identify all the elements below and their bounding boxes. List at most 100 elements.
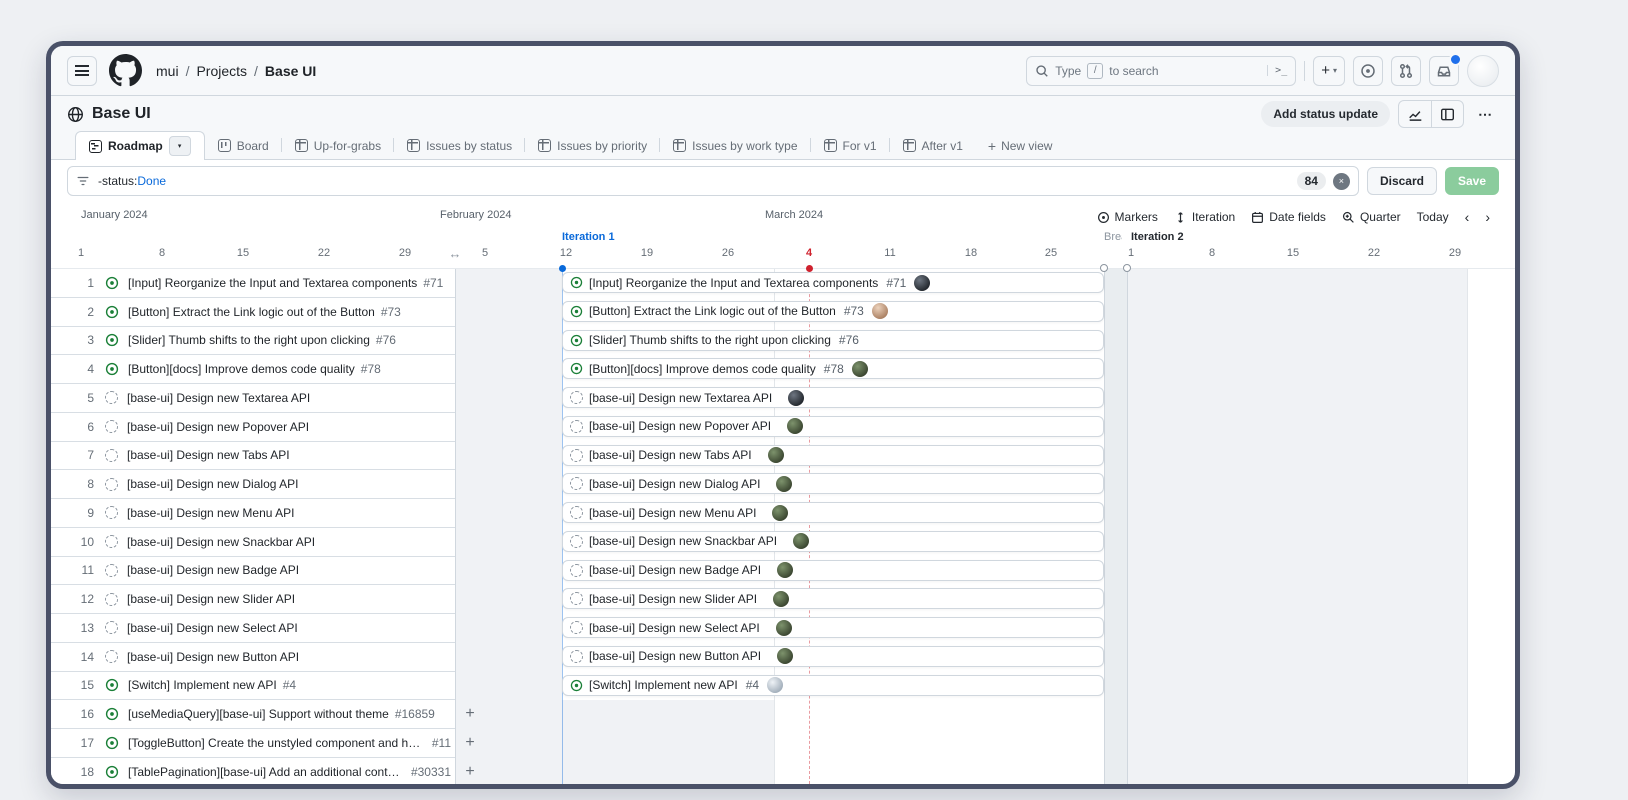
bar-title: [base-ui] Design new Badge API — [589, 563, 761, 577]
create-new-button[interactable]: + ▾ — [1313, 56, 1345, 86]
timeline-bar[interactable]: [base-ui] Design new Snackbar API — [562, 531, 1104, 552]
breadcrumb-current[interactable]: Base UI — [265, 63, 316, 79]
list-item[interactable]: 9 [base-ui] Design new Menu API — [51, 499, 455, 528]
view-tab[interactable]: For v1 — [811, 132, 890, 159]
list-item[interactable]: 3 [Slider] Thumb shifts to the right upo… — [51, 327, 455, 356]
bar-title: [base-ui] Design new Snackbar API — [589, 534, 777, 548]
assignee-avatar[interactable] — [872, 303, 888, 319]
save-button[interactable]: Save — [1445, 167, 1499, 195]
assignee-avatar[interactable] — [773, 591, 789, 607]
list-item[interactable]: 7 [base-ui] Design new Tabs API — [51, 442, 455, 471]
list-item[interactable]: 5 [base-ui] Design new Textarea API — [51, 384, 455, 413]
month-label: February 2024 — [440, 209, 512, 221]
add-status-update-button[interactable]: Add status update — [1261, 101, 1390, 127]
day-tick: 25 — [1045, 247, 1057, 259]
issue-open-icon — [105, 362, 119, 376]
view-tab[interactable]: Issues by priority — [525, 132, 660, 159]
timeline-bar[interactable]: [base-ui] Design new Tabs API — [562, 445, 1104, 466]
add-date-button[interactable]: + — [460, 704, 480, 724]
issues-button[interactable] — [1353, 56, 1383, 86]
draft-issue-icon — [105, 593, 118, 606]
add-date-button[interactable]: + — [460, 762, 480, 782]
assignee-avatar[interactable] — [767, 677, 783, 693]
command-palette-icon[interactable]: >_ — [1267, 65, 1287, 76]
list-item[interactable]: 2 [Button] Extract the Link logic out of… — [51, 298, 455, 327]
tab-options-button[interactable]: ▾ — [169, 136, 191, 156]
timeline-bar[interactable]: [Input] Reorganize the Input and Textare… — [562, 272, 1104, 293]
quarter-zoom-button[interactable]: Quarter — [1335, 204, 1408, 230]
list-item[interactable]: 17 [ToggleButton] Create the unstyled co… — [51, 729, 455, 758]
assignee-avatar[interactable] — [776, 476, 792, 492]
assignee-avatar[interactable] — [776, 620, 792, 636]
timeline-bar[interactable]: [base-ui] Design new Slider API — [562, 588, 1104, 609]
list-item[interactable]: 18 [TablePagination][base-ui] Add an add… — [51, 758, 455, 784]
header-actions: Type / to search >_ + ▾ — [1026, 55, 1499, 87]
timeline-bar[interactable]: [base-ui] Design new Popover API — [562, 416, 1104, 437]
timeline-bar[interactable]: [base-ui] Design new Select API — [562, 617, 1104, 638]
assignee-avatar[interactable] — [852, 361, 868, 377]
filter-query-input[interactable]: -status:Done 84 × — [67, 166, 1359, 196]
panel-resize-handle[interactable]: ↔ — [449, 246, 462, 261]
side-panel-button[interactable] — [1431, 101, 1463, 127]
markers-button[interactable]: Markers — [1090, 204, 1165, 230]
view-tab[interactable]: Board — [205, 132, 282, 159]
pull-requests-button[interactable] — [1391, 56, 1421, 86]
scroll-left-button[interactable]: ‹ — [1458, 209, 1477, 225]
list-item[interactable]: 6 [base-ui] Design new Popover API — [51, 413, 455, 442]
assignee-avatar[interactable] — [788, 390, 804, 406]
clear-filter-button[interactable]: × — [1333, 173, 1350, 190]
hamburger-menu-button[interactable] — [67, 56, 97, 86]
list-item[interactable]: 11 [base-ui] Design new Badge API — [51, 557, 455, 586]
timeline-bar[interactable]: [base-ui] Design new Button API — [562, 646, 1104, 667]
list-item[interactable]: 13 [base-ui] Design new Select API — [51, 614, 455, 643]
discard-button[interactable]: Discard — [1367, 167, 1437, 195]
today-button[interactable]: Today — [1410, 204, 1456, 230]
list-item[interactable]: 1 [Input] Reorganize the Input and Texta… — [51, 269, 455, 298]
view-tab[interactable]: Up-for-grabs — [282, 132, 394, 159]
issue-title: [base-ui] Design new Badge API — [127, 563, 299, 577]
list-item[interactable]: 15 [Switch] Implement new API #4 — [51, 672, 455, 701]
search-input[interactable]: Type / to search >_ — [1026, 56, 1296, 86]
list-item[interactable]: 10 [base-ui] Design new Snackbar API — [51, 528, 455, 557]
assignee-avatar[interactable] — [777, 648, 793, 664]
timeline-bar[interactable]: [Button] Extract the Link logic out of t… — [562, 301, 1104, 322]
project-menu-button[interactable]: ⋯ — [1472, 101, 1499, 127]
timeline-bar[interactable]: [Slider] Thumb shifts to the right upon … — [562, 330, 1104, 351]
timeline-bar[interactable]: [base-ui] Design new Textarea API — [562, 387, 1104, 408]
view-tab[interactable]: Issues by work type — [660, 132, 810, 159]
iteration-zoom-button[interactable]: Iteration — [1167, 204, 1242, 230]
issue-number: #4 — [283, 678, 296, 692]
list-item[interactable]: 16 [useMediaQuery][base-ui] Support with… — [51, 700, 455, 729]
assignee-avatar[interactable] — [914, 275, 930, 291]
github-logo[interactable] — [109, 54, 142, 87]
insights-button[interactable] — [1399, 101, 1431, 127]
assignee-avatar[interactable] — [768, 447, 784, 463]
timeline-bar[interactable]: [base-ui] Design new Menu API — [562, 502, 1104, 523]
timeline-bar[interactable]: [base-ui] Design new Badge API — [562, 560, 1104, 581]
view-tab[interactable]: Roadmap ▾ — [75, 131, 205, 160]
timeline-header: January 2024February 2024March 2024April… — [51, 200, 1515, 268]
new-view-button[interactable]: + New view — [976, 132, 1065, 159]
breadcrumb-projects[interactable]: Projects — [196, 63, 247, 79]
list-item[interactable]: 8 [base-ui] Design new Dialog API — [51, 470, 455, 499]
issue-open-icon — [105, 736, 119, 750]
assignee-avatar[interactable] — [777, 562, 793, 578]
view-tab[interactable]: Issues by status — [394, 132, 525, 159]
assignee-avatar[interactable] — [793, 533, 809, 549]
breadcrumb-org[interactable]: mui — [156, 63, 179, 79]
list-item[interactable]: 14 [base-ui] Design new Button API — [51, 643, 455, 672]
scroll-right-button[interactable]: › — [1478, 209, 1497, 225]
assignee-avatar[interactable] — [787, 418, 803, 434]
inbox-button[interactable] — [1429, 56, 1459, 86]
user-avatar[interactable] — [1467, 55, 1499, 87]
timeline-bar[interactable]: [Button][docs] Improve demos code qualit… — [562, 358, 1104, 379]
assignee-avatar[interactable] — [772, 505, 788, 521]
timeline-bar[interactable]: [Switch] Implement new API #4 — [562, 675, 1104, 696]
date-fields-button[interactable]: Date fields — [1244, 204, 1333, 230]
add-date-button[interactable]: + — [460, 733, 480, 753]
timeline-bar[interactable]: [base-ui] Design new Dialog API — [562, 473, 1104, 494]
list-item[interactable]: 12 [base-ui] Design new Slider API — [51, 585, 455, 614]
view-tab-label: Issues by work type — [692, 139, 797, 153]
view-tab[interactable]: After v1 — [890, 132, 976, 159]
list-item[interactable]: 4 [Button][docs] Improve demos code qual… — [51, 355, 455, 384]
